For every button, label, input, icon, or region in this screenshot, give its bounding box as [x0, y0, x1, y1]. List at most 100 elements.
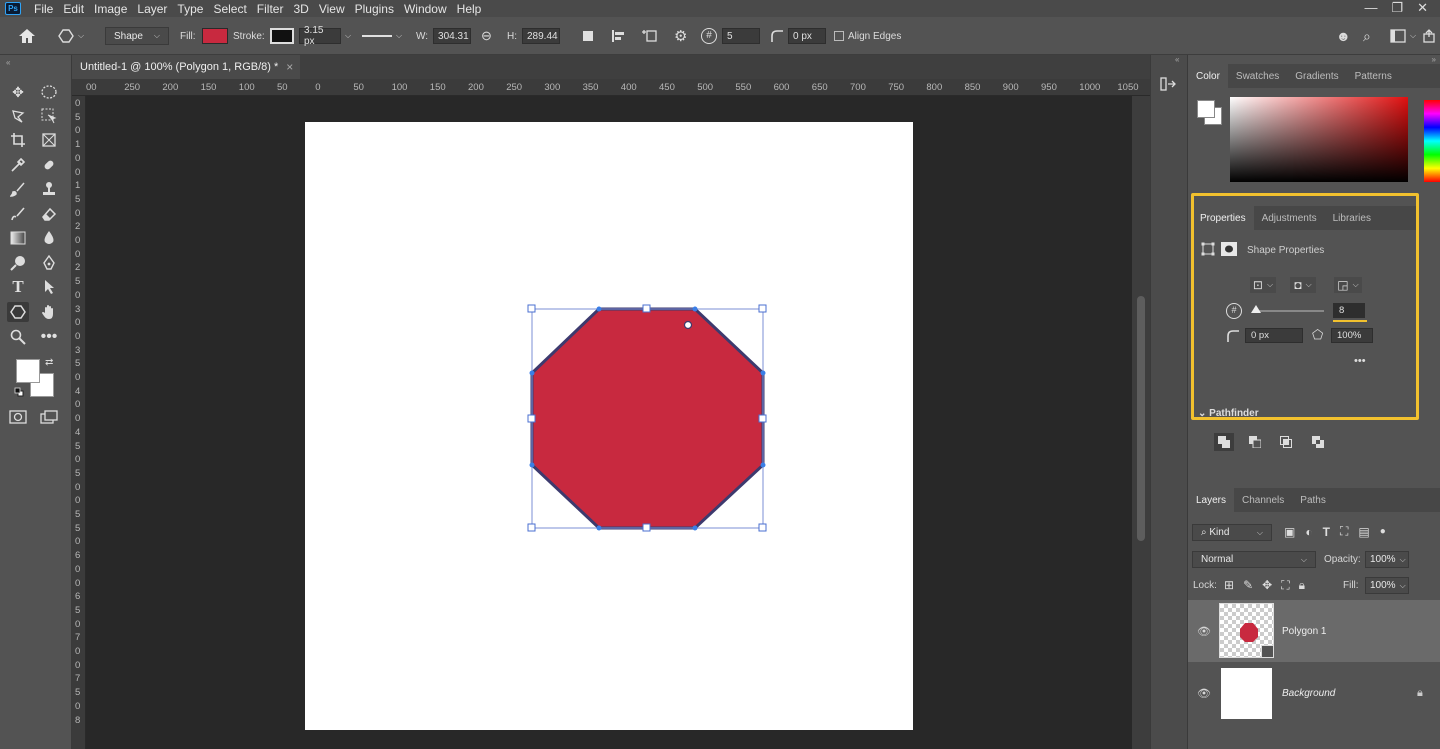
exclude-shapes-icon[interactable] — [1308, 433, 1328, 451]
search-icon[interactable]: ⌕ — [1363, 17, 1371, 55]
menu-filter[interactable]: Filter — [252, 2, 289, 16]
screen-mode-icon[interactable] — [38, 407, 60, 427]
height-field[interactable]: 289.44 — [522, 28, 560, 44]
minimize-button[interactable]: — — [1364, 0, 1377, 16]
link-icon[interactable]: ⊖ — [481, 17, 492, 55]
layer-row-background[interactable]: 👁︎ Background 🔒︎ — [1188, 662, 1440, 724]
filter-type-icon[interactable]: T — [1323, 525, 1330, 539]
opacity-field[interactable]: 100% ⌵ — [1365, 551, 1409, 568]
hand-tool-icon[interactable] — [38, 302, 60, 322]
menu-image[interactable]: Image — [89, 2, 132, 16]
default-colors-icon[interactable] — [14, 387, 24, 397]
visibility-eye-icon[interactable]: 👁︎ — [1197, 687, 1211, 700]
eraser-tool-icon[interactable] — [38, 204, 60, 224]
expand-panels-icon[interactable]: « — [1175, 55, 1179, 64]
eyedropper-icon[interactable] — [7, 155, 29, 175]
path-selection-icon[interactable] — [38, 277, 60, 297]
hue-slider[interactable] — [1424, 100, 1440, 182]
user-share-icon[interactable]: ☻ — [1336, 17, 1351, 55]
path-operations-icon[interactable] — [581, 17, 595, 55]
document-tab[interactable]: Untitled-1 @ 100% (Polygon 1, RGB/8) * × — [72, 55, 300, 79]
lock-all-icon[interactable]: 🔒︎ — [1299, 578, 1305, 593]
filter-shape-icon[interactable]: ⛶ — [1340, 524, 1348, 539]
swap-colors-icon[interactable]: ⇄ — [45, 357, 53, 368]
more-tools-icon[interactable]: ••• — [38, 327, 60, 347]
corner-radius-field[interactable]: 0 px — [788, 28, 826, 44]
lock-artboard-icon[interactable]: ⛶ — [1281, 578, 1289, 593]
home-icon[interactable] — [18, 17, 36, 55]
layer-row-polygon[interactable]: 👁︎ Polygon 1 — [1188, 600, 1440, 662]
menu-edit[interactable]: Edit — [58, 2, 89, 16]
blur-tool-icon[interactable] — [38, 228, 60, 248]
collapse-icon[interactable]: « — [6, 58, 10, 67]
menu-plugins[interactable]: Plugins — [350, 2, 399, 16]
vertical-scrollbar[interactable] — [1132, 96, 1150, 749]
elliptical-marquee-icon[interactable] — [38, 82, 60, 102]
path-alignment-icon[interactable] — [611, 17, 627, 55]
stroke-color-swatch[interactable] — [269, 28, 294, 44]
polygon-sides-field[interactable]: 5 — [722, 28, 760, 44]
pen-tool-icon[interactable] — [38, 253, 60, 273]
share-icon[interactable] — [1422, 17, 1436, 55]
layer-filter-select[interactable]: ⌕ Kind ⌵ — [1192, 524, 1272, 541]
tab-swatches[interactable]: Swatches — [1228, 64, 1287, 88]
move-tool-icon[interactable]: ✥ — [7, 82, 29, 102]
scroll-thumb[interactable] — [1137, 296, 1145, 541]
menu-window[interactable]: Window — [399, 2, 452, 16]
blend-mode-select[interactable]: Normal ⌵ — [1192, 551, 1316, 568]
fill-opacity-field[interactable]: 100% ⌵ — [1365, 577, 1409, 594]
menu-help[interactable]: Help — [452, 2, 487, 16]
frame-tool-icon[interactable] — [38, 130, 60, 150]
healing-brush-icon[interactable] — [38, 155, 60, 175]
stroke-type-select[interactable]: ⌵ — [362, 17, 402, 55]
fill-color-swatch[interactable] — [201, 28, 228, 44]
tab-layers[interactable]: Layers — [1188, 488, 1235, 512]
collapse-panels-icon[interactable]: » — [1432, 55, 1436, 64]
history-brush-icon[interactable] — [7, 204, 29, 224]
chevron-down-icon[interactable]: ⌵ — [345, 31, 351, 41]
document-canvas[interactable] — [305, 122, 913, 730]
tab-gradients[interactable]: Gradients — [1287, 64, 1346, 88]
lock-position-icon[interactable]: ✥ — [1262, 578, 1272, 593]
gradient-tool-icon[interactable] — [7, 228, 29, 248]
lasso-tool-icon[interactable] — [7, 106, 29, 126]
filter-pixel-icon[interactable]: ▣ — [1284, 525, 1295, 539]
menu-type[interactable]: Type — [172, 2, 208, 16]
polygon-tool-icon[interactable] — [7, 302, 29, 322]
menu-select[interactable]: Select — [208, 2, 251, 16]
menu-file[interactable]: File — [29, 2, 58, 16]
tab-patterns[interactable]: Patterns — [1347, 64, 1400, 88]
restore-button[interactable]: ❐ — [1391, 0, 1403, 16]
stroke-width-field[interactable]: 3.15 px — [299, 25, 341, 47]
unite-shapes-icon[interactable] — [1214, 433, 1234, 451]
workspace-icon[interactable]: ⌵ — [1390, 17, 1416, 55]
visibility-eye-icon[interactable]: 👁︎ — [1197, 625, 1211, 638]
quick-mask-icon[interactable] — [7, 407, 29, 427]
zoom-tool-icon[interactable] — [7, 327, 29, 347]
close-button[interactable]: ✕ — [1417, 0, 1428, 16]
color-fg-swatch[interactable] — [1197, 100, 1215, 118]
type-tool-icon[interactable]: T — [7, 277, 29, 297]
tab-paths[interactable]: Paths — [1292, 488, 1334, 512]
menu-view[interactable]: View — [314, 2, 350, 16]
filter-adjustment-icon[interactable]: ◐ — [1305, 525, 1312, 539]
clone-stamp-icon[interactable] — [38, 179, 60, 199]
path-arrangement-icon[interactable] — [641, 17, 659, 55]
polygon-tool-preset-icon[interactable]: ⌵ — [58, 17, 84, 55]
close-tab-icon[interactable]: × — [286, 60, 293, 74]
lock-transparent-icon[interactable]: ⊞ — [1224, 578, 1234, 593]
saturation-brightness-field[interactable] — [1230, 97, 1408, 182]
gear-icon[interactable]: ⚙ — [674, 17, 687, 55]
intersect-shapes-icon[interactable] — [1276, 433, 1296, 451]
filter-smart-object-icon[interactable]: ▤ — [1358, 525, 1369, 539]
filter-toggle-icon[interactable]: ● — [1380, 526, 1386, 537]
tool-mode-select[interactable]: Shape ⌵ — [105, 27, 169, 45]
foreground-color-swatch[interactable] — [16, 359, 40, 383]
dodge-tool-icon[interactable] — [7, 253, 29, 273]
lock-image-icon[interactable]: ✎ — [1243, 578, 1253, 593]
object-selection-icon[interactable] — [38, 106, 60, 126]
menu-3d[interactable]: 3D — [288, 2, 313, 16]
width-field[interactable]: 304.31 — [433, 28, 472, 44]
subtract-shapes-icon[interactable] — [1245, 433, 1265, 451]
crop-tool-icon[interactable] — [7, 130, 29, 150]
